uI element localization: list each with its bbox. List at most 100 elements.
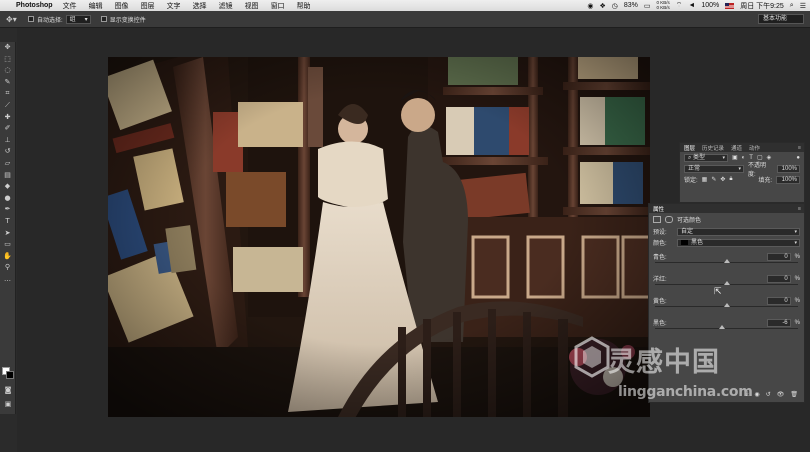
black-label: 黑色: <box>653 321 667 327</box>
watermark-url: lingganchina.com <box>618 384 753 400</box>
colors-label: 颜色: <box>653 241 667 247</box>
cyan-slider-thumb[interactable] <box>723 259 730 263</box>
auto-select-checkbox[interactable] <box>28 16 34 22</box>
black-swatch-icon <box>681 239 688 245</box>
menu-filter[interactable]: 滤镜 <box>219 1 233 11</box>
auto-select-dropdown[interactable]: 组 <box>65 14 91 24</box>
tab-actions[interactable]: 动作 <box>749 144 760 152</box>
yellow-field[interactable]: 0 <box>766 296 791 305</box>
gradient-icon[interactable]: ▤ <box>0 170 15 182</box>
preset-label: 预设: <box>653 230 667 236</box>
yellow-label: 黄色: <box>653 299 667 305</box>
filter-pixel-icon[interactable]: ▣ <box>732 154 738 161</box>
tab-channels[interactable]: 通道 <box>731 144 742 152</box>
dropbox-icon[interactable]: ❖ <box>599 2 605 10</box>
filter-toggle-icon[interactable]: ● <box>796 155 800 161</box>
magenta-slider-thumb[interactable] <box>723 281 730 285</box>
properties-panel-header: 属性 ≡ <box>649 204 804 213</box>
opacity-field[interactable]: 100% <box>776 164 800 173</box>
document-canvas-photo[interactable] <box>108 57 650 417</box>
workspace-switcher[interactable]: 基本功能 <box>757 14 804 24</box>
magenta-field[interactable]: 0 <box>766 274 791 283</box>
menu-view[interactable]: 视图 <box>245 1 259 11</box>
stamp-icon[interactable]: ⊥ <box>0 135 15 147</box>
move-icon[interactable]: ✥ <box>0 42 15 54</box>
datetime[interactable]: 周日 下午9:25 <box>740 1 784 11</box>
watermark-logo-icon <box>574 336 610 378</box>
spotlight-icon[interactable]: ⌕ <box>790 2 794 10</box>
marquee-icon[interactable]: ⬚ <box>0 54 15 66</box>
cyan-label: 青色: <box>653 255 667 261</box>
magenta-slider[interactable] <box>655 281 798 285</box>
tab-layers[interactable]: 图层 <box>684 144 695 152</box>
blur-icon[interactable]: ◆ <box>0 181 15 193</box>
menu-help[interactable]: 帮助 <box>297 1 311 11</box>
dodge-icon[interactable]: ● <box>0 193 15 205</box>
history-brush-icon[interactable]: ↺ <box>0 146 15 158</box>
menu-image[interactable]: 图像 <box>115 1 129 11</box>
move-tool-icon[interactable]: ✥▾ <box>6 15 24 24</box>
mask-icon[interactable] <box>665 216 673 223</box>
cyan-slider[interactable] <box>655 259 798 263</box>
quick-mask-icon[interactable]: ◙ <box>0 385 16 397</box>
healing-icon[interactable]: ✚ <box>0 112 15 124</box>
show-transform-checkbox[interactable] <box>100 16 107 22</box>
lock-brush-icon[interactable]: ✎ <box>711 176 716 183</box>
eraser-icon[interactable]: ▱ <box>0 158 15 170</box>
flag-icon[interactable] <box>725 2 735 9</box>
layer-kind-filter[interactable]: ⌕ 类型 <box>684 153 728 162</box>
clock-icon[interactable]: ◷ <box>612 2 618 10</box>
adjustment-icon <box>653 216 661 223</box>
blend-mode-dropdown[interactable]: 正常 <box>684 164 744 173</box>
pen-icon[interactable]: ✒ <box>0 204 15 216</box>
zoom-icon[interactable]: ⚲ <box>0 262 15 274</box>
menu-select[interactable]: 选择 <box>193 1 207 11</box>
battery-icon: ▭ <box>643 2 651 10</box>
filter-adjust-icon[interactable]: ◐ <box>742 155 746 161</box>
adjustment-name: 可选颜色 <box>677 218 702 224</box>
yellow-slider-thumb[interactable] <box>723 303 730 307</box>
background-color-swatch[interactable] <box>6 371 14 379</box>
lock-move-icon[interactable]: ✥ <box>720 176 725 183</box>
layers-panel-tabs: 图层 历史记录 通道 动作 ≡ <box>680 143 804 152</box>
crop-icon[interactable]: ⌗ <box>0 88 15 100</box>
lock-label: 锁定: <box>684 178 698 184</box>
preset-dropdown[interactable]: 自定 <box>677 227 800 236</box>
path-select-icon[interactable]: ➤ <box>0 228 15 240</box>
colors-dropdown[interactable]: 黑色 <box>677 238 800 247</box>
eyedropper-icon[interactable]: ⟋ <box>0 100 15 112</box>
tools-panel: ✥ ⬚ ◌ ✎ ⌗ ⟋ ✚ ✐ ⊥ ↺ ▱ ▤ ◆ ● ✒ T ➤ ▭ ✋ ⚲ … <box>0 42 16 414</box>
hand-icon[interactable]: ✋ <box>0 251 15 263</box>
panel-menu-icon[interactable]: ≡ <box>798 145 801 151</box>
list-icon[interactable]: ☰ <box>800 2 806 10</box>
type-icon[interactable]: T <box>0 216 15 228</box>
screen-mode-icon[interactable]: ▣ <box>0 399 16 411</box>
app-menu[interactable]: Photoshop <box>16 2 53 9</box>
brush-icon[interactable]: ✐ <box>0 123 15 135</box>
wifi-icon[interactable]: ⌔ <box>676 1 683 10</box>
wedding-photo-image <box>108 57 650 417</box>
black-slider[interactable] <box>655 325 798 329</box>
menu-file[interactable]: 文件 <box>63 1 77 11</box>
menu-layer[interactable]: 图层 <box>141 1 155 11</box>
extras-icon[interactable]: … <box>0 274 15 286</box>
properties-title: 属性 <box>653 206 665 213</box>
black-field[interactable]: -6 <box>766 318 791 327</box>
lock-all-icon[interactable]: 🔒︎ <box>729 176 732 183</box>
battery-percent[interactable]: 83% <box>624 2 638 9</box>
menu-edit[interactable]: 编辑 <box>89 1 103 11</box>
menu-type[interactable]: 文字 <box>167 1 181 11</box>
shape-icon[interactable]: ▭ <box>0 239 15 251</box>
volume-icon[interactable]: ◄ <box>688 2 695 9</box>
menu-window[interactable]: 窗口 <box>271 1 285 11</box>
lock-transparent-icon[interactable]: ▦ <box>702 176 708 183</box>
panel-menu-icon[interactable]: ≡ <box>798 206 801 212</box>
quick-select-icon[interactable]: ✎ <box>0 77 15 89</box>
yellow-slider[interactable] <box>655 303 798 307</box>
black-slider-thumb[interactable] <box>719 325 726 329</box>
cyan-field[interactable]: 0 <box>766 252 791 261</box>
lasso-icon[interactable]: ◌ <box>0 65 15 77</box>
tab-history[interactable]: 历史记录 <box>702 144 724 152</box>
fill-field[interactable]: 100% <box>776 175 800 184</box>
notification-icon[interactable]: ◉ <box>587 2 593 10</box>
